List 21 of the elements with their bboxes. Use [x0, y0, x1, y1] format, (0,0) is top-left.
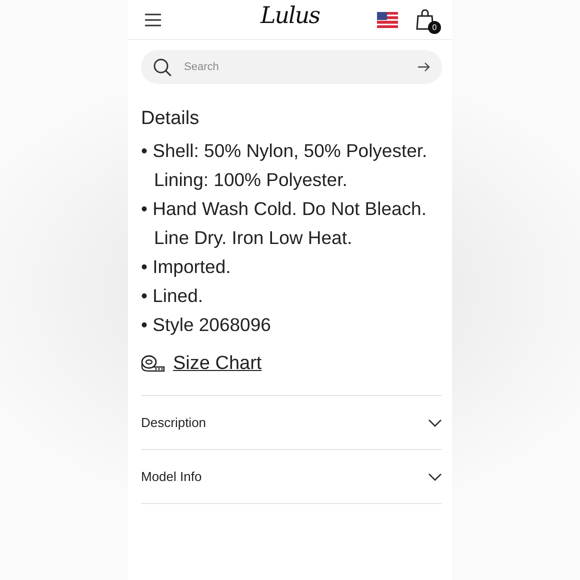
size-chart-link[interactable]: Size Chart — [173, 353, 262, 375]
arrow-right-icon[interactable] — [418, 62, 430, 72]
section-title[interactable]: Model Info — [141, 469, 202, 484]
detail-item: • Imported. — [141, 255, 232, 279]
detail-item: • Lined. — [141, 284, 204, 308]
cart-button[interactable] — [414, 8, 436, 30]
chevron-icon[interactable] — [428, 418, 442, 426]
logo[interactable]: Lulus — [260, 3, 320, 29]
flag-icon[interactable] — [377, 12, 398, 28]
detail-item: • Hand Wash Cold. Do Not Bleach. Line Dry. Iron Low Heat. — [141, 197, 428, 250]
menu-icon[interactable] — [144, 12, 162, 26]
search-bar[interactable]: Search — [141, 50, 442, 84]
cart-count: 0 — [428, 20, 441, 34]
details-heading: Details — [141, 108, 200, 130]
chevron-icon[interactable] — [428, 472, 442, 480]
search-field[interactable]: Search — [182, 60, 408, 74]
search-icon — [153, 58, 172, 76]
detail-item: • Shell: 50% Nylon, 50% Polyester. Lining: 100% Polyester. — [141, 139, 428, 192]
tape-measure-icon — [141, 355, 165, 373]
section-title[interactable]: Description — [141, 415, 206, 430]
detail-item: • Style 2068096 — [141, 313, 272, 337]
